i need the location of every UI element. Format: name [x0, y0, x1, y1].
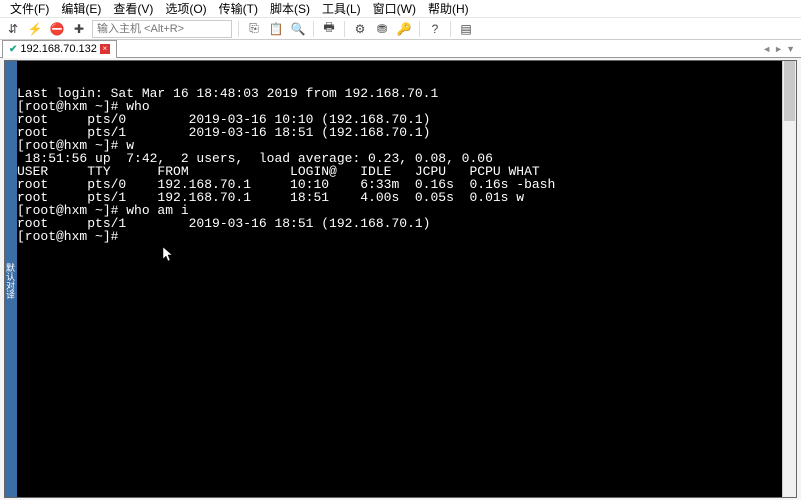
- scrollbar-thumb[interactable]: [784, 61, 795, 121]
- menu-tools[interactable]: 工具(L): [318, 0, 365, 17]
- tab-bar: ✔ 192.168.70.132 × ◄ ► ▼: [0, 40, 801, 58]
- copy-icon[interactable]: ⎘: [245, 20, 263, 38]
- host-input[interactable]: [92, 20, 232, 38]
- gear-icon[interactable]: ⚙: [351, 20, 369, 38]
- plus-icon[interactable]: ✚: [70, 20, 88, 38]
- menu-options[interactable]: 选项(O): [161, 0, 210, 17]
- palette-icon[interactable]: ▤: [457, 20, 475, 38]
- find-icon[interactable]: 🔍: [289, 20, 307, 38]
- menu-script[interactable]: 脚本(S): [266, 0, 314, 17]
- menu-edit[interactable]: 编辑(E): [57, 0, 105, 17]
- toolbar-separator: [313, 21, 314, 37]
- bolt-icon[interactable]: ⚡: [26, 20, 44, 38]
- menu-transfer[interactable]: 传输(T): [215, 0, 262, 17]
- paste-icon[interactable]: 📋: [267, 20, 285, 38]
- tab-nav-down-icon[interactable]: ▼: [786, 44, 795, 54]
- left-gutter-label: 默认对译: [5, 61, 17, 497]
- session-tab[interactable]: ✔ 192.168.70.132 ×: [2, 40, 117, 58]
- terminal-scrollbar[interactable]: [782, 61, 796, 497]
- key-icon[interactable]: 🔑: [395, 20, 413, 38]
- menu-bar: 文件(F) 编辑(E) 查看(V) 选项(O) 传输(T) 脚本(S) 工具(L…: [0, 0, 801, 18]
- toolbar-separator: [344, 21, 345, 37]
- tab-close-button[interactable]: ×: [100, 44, 110, 54]
- stop-icon[interactable]: ⛔: [48, 20, 66, 38]
- tab-nav-right-icon[interactable]: ►: [774, 44, 783, 54]
- menu-window[interactable]: 窗口(W): [369, 0, 420, 17]
- help-icon[interactable]: ?: [426, 20, 444, 38]
- funnel-icon[interactable]: ⛃: [373, 20, 391, 38]
- menu-view[interactable]: 查看(V): [109, 0, 157, 17]
- status-dot-icon: ✔: [9, 44, 17, 55]
- toolbar-separator: [238, 21, 239, 37]
- menu-file[interactable]: 文件(F): [6, 0, 53, 17]
- mouse-cursor-icon: [163, 247, 175, 263]
- tab-nav-left-icon[interactable]: ◄: [762, 44, 771, 54]
- tab-nav: ◄ ► ▼: [762, 44, 799, 54]
- print-icon[interactable]: 🖶: [320, 20, 338, 38]
- menu-help[interactable]: 帮助(H): [424, 0, 473, 17]
- reconnect-icon[interactable]: ⇵: [4, 20, 22, 38]
- toolbar-separator: [450, 21, 451, 37]
- terminal-container: 默认对译 Last login: Sat Mar 16 18:48:03 201…: [4, 60, 797, 498]
- main-toolbar: ⇵ ⚡ ⛔ ✚ ⎘ 📋 🔍 🖶 ⚙ ⛃ 🔑 ? ▤: [0, 18, 801, 40]
- tab-title: 192.168.70.132: [20, 43, 96, 55]
- terminal-output[interactable]: Last login: Sat Mar 16 18:48:03 2019 fro…: [17, 61, 782, 497]
- toolbar-separator: [419, 21, 420, 37]
